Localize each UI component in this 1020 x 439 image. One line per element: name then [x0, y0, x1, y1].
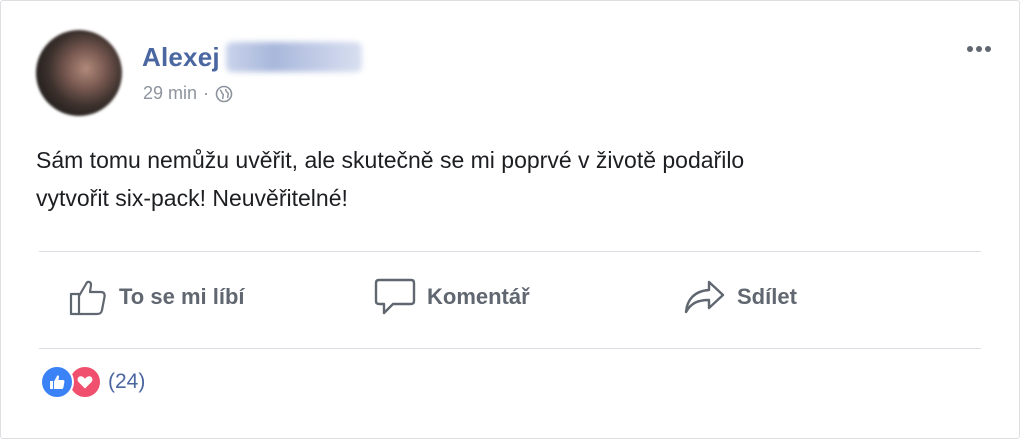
- reactions-summary[interactable]: (24): [40, 364, 145, 400]
- post-meta: 29 min ·: [143, 83, 233, 104]
- author-surname-blurred[interactable]: [225, 42, 362, 72]
- comment-icon: [374, 278, 416, 315]
- comment-label: Komentář: [427, 284, 530, 309]
- like-label: To se mi líbí: [119, 284, 245, 309]
- more-options-icon[interactable]: [961, 39, 997, 59]
- avatar[interactable]: [36, 30, 122, 116]
- globe-icon[interactable]: [215, 85, 233, 103]
- post-text-line: vytvořit six-pack! Neuvěřitelné!: [36, 185, 348, 211]
- share-arrow-icon: [684, 280, 725, 314]
- post-card: Alexej 29 min · Sám tomu nemůžu uvěřit, …: [0, 0, 1020, 439]
- author-row: Alexej: [142, 39, 362, 75]
- post-text-line: Sám tomu nemůžu uvěřit, ale skutečně se …: [36, 147, 745, 173]
- post-timestamp[interactable]: 29 min: [143, 83, 197, 104]
- post-text: Sám tomu nemůžu uvěřit, ale skutečně se …: [36, 141, 976, 217]
- divider: [39, 348, 981, 349]
- share-button[interactable]: Sdílet: [683, 275, 797, 319]
- meta-separator: ·: [203, 83, 210, 103]
- divider: [39, 251, 981, 252]
- author-name[interactable]: Alexej: [142, 42, 220, 73]
- like-button[interactable]: To se mi líbí: [67, 275, 245, 319]
- like-reaction-icon[interactable]: [40, 365, 74, 399]
- comment-button[interactable]: Komentář: [373, 275, 530, 319]
- share-label: Sdílet: [737, 284, 797, 309]
- reaction-count[interactable]: (24): [108, 370, 145, 394]
- thumbs-up-icon: [69, 280, 106, 316]
